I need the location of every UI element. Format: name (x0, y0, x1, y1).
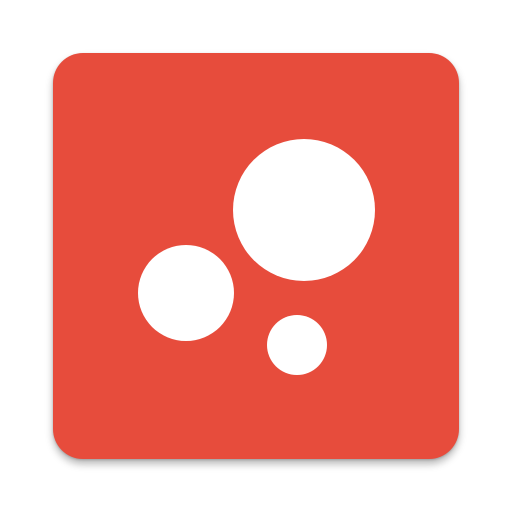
icon-stage (0, 0, 512, 512)
large-circle-icon (233, 139, 375, 281)
app-icon[interactable] (53, 53, 459, 459)
small-circle-icon (267, 315, 327, 375)
medium-circle-icon (138, 245, 234, 341)
